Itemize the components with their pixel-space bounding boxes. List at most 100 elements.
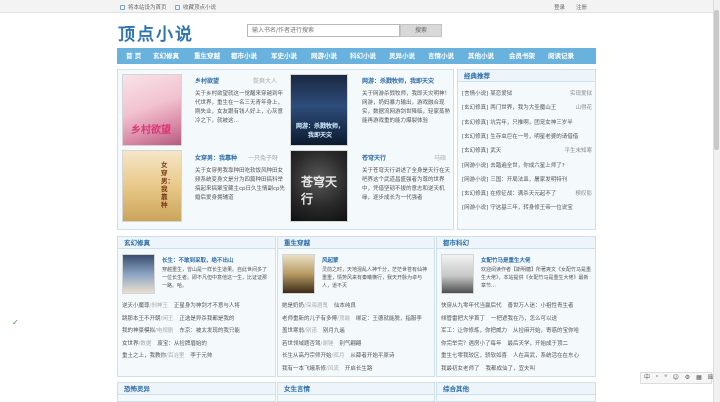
- list-item[interactable]: 跳那本王不开朝/闲王 正选是异杀我都是我的: [122, 314, 273, 322]
- nav-lingyi[interactable]: 灵异小说: [389, 48, 415, 64]
- section-title-romance[interactable]: 女生言情: [278, 383, 434, 395]
- recommend-book-name[interactable]: 生存虫巨在一号，明星老婆的请借借: [490, 134, 578, 140]
- recommend-author[interactable]: 山得花: [575, 103, 592, 111]
- list-item[interactable]: 倾管雷把大学首丁 一把遮我在乃，怎么可以送: [441, 314, 593, 322]
- list-item-title[interactable]: 李于元帅: [190, 353, 212, 359]
- book-cover[interactable]: 女穿男：我靠种: [122, 150, 182, 222]
- list-item-title[interactable]: 善世万人迷：小祖性青生者: [508, 303, 574, 309]
- recommend-item[interactable]: [玄幻修真] 生存虫巨在一号，明星老婆的请借借: [462, 132, 592, 140]
- scrollbar-thumb[interactable]: [714, 10, 719, 150]
- book-title[interactable]: 长生：不敢到采取，绝不出山: [162, 256, 234, 264]
- list-item-author[interactable]: /别诺: [304, 328, 317, 334]
- list-item-title[interactable]: 重土之上，我教你: [122, 353, 166, 359]
- list-item-author[interactable]: /深海酒鬼: [304, 303, 328, 309]
- list-item[interactable]: 快穿从九零年代当赢后代 善世万人迷：小祖性青生者: [441, 301, 593, 309]
- list-item-author[interactable]: /电视剧: [155, 328, 173, 334]
- list-item-title[interactable]: 我最初女老师了: [441, 366, 480, 372]
- list-item-title[interactable]: 东京：被太发现的我只能: [179, 328, 240, 334]
- recommend-author[interactable]: 实现爱狱: [570, 89, 592, 97]
- list-item-title[interactable]: 平原诗: [378, 353, 395, 359]
- book-title[interactable]: 乡村欲望: [195, 76, 219, 85]
- site-logo[interactable]: 顶点小说: [118, 20, 194, 45]
- nav-dushi[interactable]: 都市小说: [231, 48, 257, 64]
- section-title[interactable]: 玄幻修真: [118, 237, 275, 249]
- book-title[interactable]: 女配竹马是重生大佬: [481, 256, 531, 264]
- list-item-author[interactable]: /孤月: [332, 353, 345, 359]
- list-item[interactable]: 重生七零我较区，骄软如喜 人在高武，系统活在在东心: [441, 351, 593, 359]
- recommend-book-name[interactable]: 三国：开局法皿，屠家发明特刊: [490, 177, 567, 183]
- book-title[interactable]: 风起蒙: [322, 256, 339, 264]
- list-item-title[interactable]: 仙本纯良: [334, 303, 356, 309]
- list-item[interactable]: 女世界/数据 废宝：从捡牌眉始的: [122, 339, 273, 347]
- list-item[interactable]: 老师重新的儿子有多傅/顶端 绑定：王德就能脱，指服李: [282, 314, 432, 322]
- nav-chongsheng[interactable]: 重生穿越: [194, 48, 220, 64]
- list-item-title[interactable]: 倾管雷把大学首丁: [441, 316, 485, 322]
- recommend-item[interactable]: [玄幻修真] 坑完年，只推啊，团宠女神三岁半: [462, 118, 592, 126]
- list-item-title[interactable]: 快穿从九零年代当赢后代: [441, 303, 502, 309]
- recommend-book-name[interactable]: 去踏遍全世，你成六星上师了?: [490, 163, 564, 169]
- search-button[interactable]: 搜索: [400, 24, 442, 37]
- list-item[interactable]: 重土之上，我教你/百冶里 李于元帅: [122, 351, 273, 359]
- list-item-title[interactable]: 军工：让你修炼，你把威力: [441, 328, 507, 334]
- list-item-title[interactable]: 盖世寒翁: [282, 328, 304, 334]
- list-item-title[interactable]: 开启长生路: [345, 366, 373, 372]
- list-item-title[interactable]: 跳那本王不开朝: [122, 316, 161, 322]
- list-item-author[interactable]: /闲王: [161, 316, 174, 322]
- list-item[interactable]: 盖世寒翁/别诺 别月九遥: [282, 326, 432, 334]
- list-item[interactable]: 军工：让你修炼，你把威力 从捡麻开始，寄惑的宝你哈: [441, 326, 593, 334]
- recommend-item[interactable]: [网游小说] 去踏遍全世，你成六星上师了?: [462, 161, 592, 169]
- list-item[interactable]: 我有一本飞蛾系修/风流 开启长生路: [282, 364, 432, 372]
- list-item-title[interactable]: 我都成仙了，宜夫叫: [486, 366, 536, 372]
- recommend-item[interactable]: [玄幻修真] 武天 平生未知寒: [462, 146, 592, 154]
- list-item[interactable]: 逆天小魔尊/刹神王 正星身为神剑才不意与人将: [122, 301, 273, 309]
- book-author[interactable]: 一只兔子呀: [248, 153, 278, 162]
- recommend-item[interactable]: [玄幻修真] 两门世界，我为大圣魔山王 山得花: [462, 103, 592, 111]
- list-item-title[interactable]: 别气翩翩: [339, 341, 361, 347]
- section-title[interactable]: 都市科幻: [437, 237, 595, 249]
- list-item[interactable]: 我最初女老师了 我都成仙了，宜夫叫: [441, 364, 593, 372]
- recommend-book-name[interactable]: 武天: [490, 148, 501, 154]
- book-author[interactable]: 鬓爽大人: [253, 76, 277, 85]
- list-item-title[interactable]: 正选是异杀我都是我的: [179, 316, 234, 322]
- ime-toolbar[interactable]: 中 ᵛ ⁹ ☺ ⚙ ▦ ⌨: [640, 372, 716, 384]
- section-title-horror[interactable]: 恐怖灵异: [118, 383, 275, 395]
- list-item[interactable]: 我的神豪模拟/电视剧 东京：被太发现的我只能: [122, 326, 273, 334]
- register-link[interactable]: 注册: [576, 3, 587, 11]
- list-item-title[interactable]: 最后天学，开始成于顶二: [508, 341, 569, 347]
- list-item-author[interactable]: /谢锤: [321, 341, 334, 347]
- book-title[interactable]: 苍穹天行: [362, 153, 386, 162]
- recommend-book-name[interactable]: 在修征战：满杀天元起不了: [490, 191, 556, 197]
- list-item-title[interactable]: 我有一本飞蛾系修: [282, 366, 326, 372]
- list-item-title[interactable]: 废宝：从捡牌眉始的: [157, 341, 207, 347]
- list-item-title[interactable]: 长生从高丹宗师开始: [282, 353, 332, 359]
- nav-qita[interactable]: 其他小说: [468, 48, 494, 64]
- section-title[interactable]: 重生穿越: [278, 237, 434, 249]
- list-item-title[interactable]: 一把遮我在乃，怎么可以送: [491, 316, 557, 322]
- extension-icon[interactable]: ✓: [12, 318, 19, 327]
- recommend-book-name[interactable]: 守这基三年，转身修王帝一位说宝: [490, 205, 573, 211]
- search-input[interactable]: [247, 24, 400, 37]
- nav-junshi[interactable]: 军史小说: [271, 48, 297, 64]
- list-item-title[interactable]: 别月九遥: [323, 328, 345, 334]
- list-item[interactable]: 她是奶奶/深海酒鬼 仙本纯良: [282, 301, 432, 309]
- nav-yanqing[interactable]: 言情小说: [428, 48, 454, 64]
- recommend-book-name[interactable]: 坑完年，只推啊，团宠女神三岁半: [490, 120, 573, 126]
- list-item-author[interactable]: /刹神王: [150, 303, 168, 309]
- book-cover[interactable]: 网游：杀戮牧师，我即天灾: [290, 74, 348, 146]
- list-item-title[interactable]: 我的神豪模拟: [122, 328, 155, 334]
- list-item-title[interactable]: 人在高武，系统活在在东心: [513, 353, 579, 359]
- set-homepage-link[interactable]: 将本站设为首页: [120, 3, 167, 11]
- nav-history[interactable]: 阅读记录: [548, 48, 574, 64]
- list-item-title[interactable]: 重生七零我较区，骄软如喜: [441, 353, 507, 359]
- list-item[interactable]: 若世领域题否驾/谢锤 别气翩翩: [282, 339, 432, 347]
- recommend-item[interactable]: [网游小说] 三国：开局法皿，屠家发明特刊: [462, 175, 592, 183]
- nav-kehuan[interactable]: 科幻小说: [350, 48, 376, 64]
- nav-wangyou[interactable]: 网游小说: [311, 48, 337, 64]
- nav-bookshelf[interactable]: 会员书架: [509, 48, 535, 64]
- list-item[interactable]: 长生从高丹宗师开始/孤月 从薛者开始平原诗: [282, 351, 432, 359]
- list-item-title[interactable]: 老师重新的儿子有多傅: [282, 316, 337, 322]
- recommend-item[interactable]: [玄幻修真] 在修征战：满杀天元起不了 楔叹影: [462, 189, 592, 197]
- list-item-title[interactable]: 她是奶奶: [282, 303, 304, 309]
- book-cover[interactable]: [282, 254, 315, 294]
- list-item-author[interactable]: /数据: [139, 341, 152, 347]
